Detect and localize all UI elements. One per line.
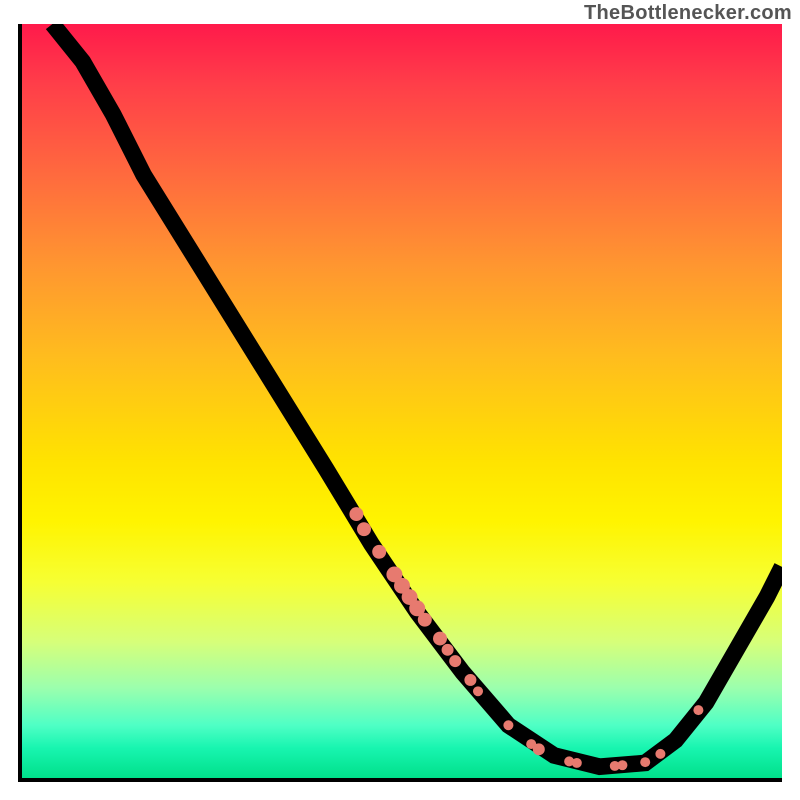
watermark-text: TheBottlenecker.com bbox=[584, 2, 792, 25]
data-marker bbox=[349, 507, 363, 521]
data-marker bbox=[473, 686, 483, 696]
plot-area bbox=[18, 24, 782, 782]
data-marker bbox=[372, 545, 386, 559]
data-marker bbox=[449, 655, 461, 667]
data-marker bbox=[464, 674, 476, 686]
chart-container: TheBottlenecker.com bbox=[0, 0, 800, 800]
data-marker bbox=[357, 522, 371, 536]
data-marker bbox=[503, 720, 513, 730]
bottleneck-curve bbox=[52, 24, 782, 767]
data-marker bbox=[442, 644, 454, 656]
chart-svg bbox=[22, 24, 782, 778]
data-marker bbox=[433, 632, 447, 646]
data-marker bbox=[693, 705, 703, 715]
data-marker bbox=[572, 758, 582, 768]
data-marker bbox=[418, 613, 432, 627]
data-marker bbox=[617, 760, 627, 770]
data-marker bbox=[640, 757, 650, 767]
data-marker bbox=[533, 743, 545, 755]
data-marker bbox=[655, 749, 665, 759]
